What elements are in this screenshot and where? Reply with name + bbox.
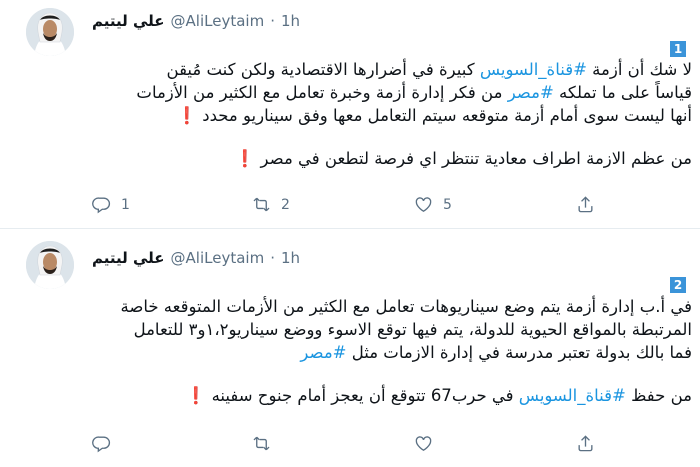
text-segment: في أ.ب إدارة أزمة يتم وضع سيناريوهات تعا… [120, 297, 692, 316]
tweet-text-line: من عظم الازمة اطراف معادية تنتظر اي فرصة… [92, 147, 692, 170]
retweet-icon [253, 436, 270, 451]
text-segment: من فكر إدارة أزمة وخبرة تعامل مع الكثير … [136, 83, 508, 102]
hashtag-link[interactable]: #قناة_السويس [519, 386, 626, 405]
tweet-text-line: من حفظ #قناة_السويس في حرب67 تتوقع أن يع… [92, 384, 692, 407]
retweet-button[interactable]: 2 [252, 195, 290, 214]
exclamation-emoji: ❗ [176, 106, 197, 125]
tweet-actions: 1 2 5 [92, 195, 595, 217]
tweet-text-line: لا شك أن أزمة #قناة_السويس كبيرة في أضرا… [92, 58, 692, 81]
hashtag-link[interactable]: #قناة_السويس [480, 60, 587, 79]
timestamp[interactable]: 1h [281, 12, 300, 30]
text-segment: في حرب67 تتوقع أن يعجز أمام جنوح سفينه [206, 386, 519, 405]
reply-button[interactable] [92, 434, 121, 453]
exclamation-emoji: ❗ [185, 386, 207, 405]
avatar[interactable] [26, 241, 74, 289]
text-segment: المرتبطة بالمواقع الحيوية للدولة، يتم في… [133, 320, 692, 339]
hashtag-link[interactable]: #مصر [508, 83, 554, 102]
reply-button[interactable]: 1 [92, 195, 130, 214]
like-button[interactable]: 5 [414, 195, 452, 214]
separator-dot: · [270, 249, 275, 267]
tweet-text-line: في أ.ب إدارة أزمة يتم وضع سيناريوهات تعا… [92, 295, 692, 318]
retweet-button[interactable] [252, 434, 281, 453]
tweet-text-line: قياساً على ما تملكه #مصر من فكر إدارة أز… [92, 81, 692, 104]
tweet-text-line: فما بالك بدولة تعتبر مدرسة في إدارة الاز… [92, 341, 692, 364]
tweet[interactable]: علي ليتيم @AliLeytaim · 1h 1 لا شك أن أز… [0, 0, 700, 229]
separator-dot: · [270, 12, 275, 30]
tweet-actions [92, 434, 595, 456]
text-segment: قياساً على ما تملكه [553, 83, 692, 102]
thread-index-badge: 2 [670, 277, 686, 293]
like-button[interactable] [414, 434, 443, 453]
tweet-text-line: المرتبطة بالمواقع الحيوية للدولة، يتم في… [92, 318, 692, 341]
retweet-count: 2 [281, 196, 290, 213]
like-icon [415, 197, 432, 213]
text-segment: لا شك أن أزمة [586, 60, 692, 79]
text-segment: كبيرة في أضرارها الاقتصادية ولكن كنت مُي… [166, 60, 480, 79]
like-icon [415, 436, 432, 452]
text-segment: من عظم الازمة اطراف معادية تنتظر اي فرصة… [255, 149, 692, 168]
timestamp[interactable]: 1h [281, 249, 300, 267]
tweet-header: علي ليتيم @AliLeytaim · 1h [92, 12, 300, 30]
exclamation-emoji: ❗ [234, 149, 256, 168]
tweet-text-line: أنها ليست سوى أمام أزمة متوقعه سيتم التع… [92, 104, 692, 127]
reply-icon [92, 436, 111, 453]
text-segment: فما بالك بدولة تعتبر مدرسة في إدارة الاز… [346, 343, 692, 362]
author-handle[interactable]: @AliLeytaim [171, 12, 265, 30]
like-count: 5 [443, 196, 452, 213]
retweet-icon [253, 197, 270, 212]
hashtag-link[interactable]: #مصر [300, 343, 346, 362]
avatar[interactable] [26, 8, 74, 56]
share-icon [578, 196, 593, 213]
author-handle[interactable]: @AliLeytaim [171, 249, 265, 267]
reply-icon [92, 197, 111, 214]
tweet[interactable]: علي ليتيم @AliLeytaim · 1h 2 في أ.ب إدار… [0, 229, 700, 467]
share-button[interactable] [576, 195, 595, 214]
tweet-text: لا شك أن أزمة #قناة_السويس كبيرة في أضرا… [92, 58, 692, 170]
tweet-header: علي ليتيم @AliLeytaim · 1h [92, 249, 300, 267]
reply-count: 1 [121, 196, 130, 213]
text-segment: أنها ليست سوى أمام أزمة متوقعه سيتم التع… [197, 106, 692, 125]
author-name[interactable]: علي ليتيم [92, 12, 165, 30]
thread-index-badge: 1 [670, 41, 686, 57]
author-name[interactable]: علي ليتيم [92, 249, 165, 267]
text-segment: من حفظ [625, 386, 692, 405]
tweet-text: في أ.ب إدارة أزمة يتم وضع سيناريوهات تعا… [92, 295, 692, 407]
share-icon [578, 435, 593, 452]
share-button[interactable] [576, 434, 595, 453]
